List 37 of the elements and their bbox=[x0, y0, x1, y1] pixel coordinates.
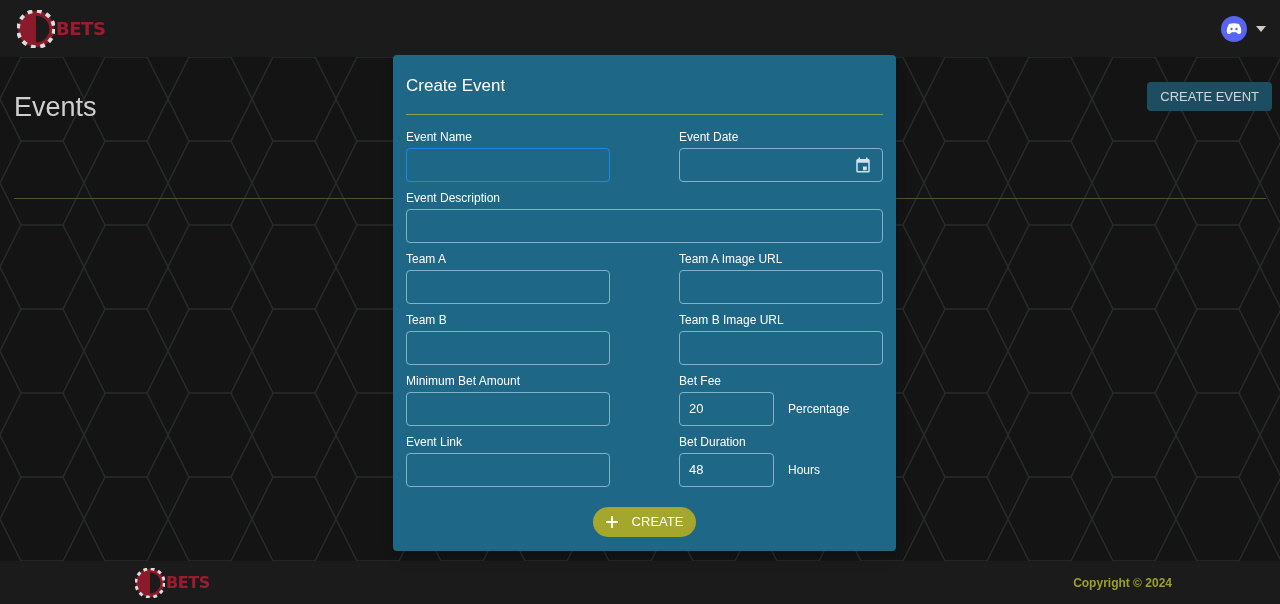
dropdown-caret-icon[interactable] bbox=[1256, 25, 1266, 32]
poker-chip-icon bbox=[135, 567, 165, 598]
text-field[interactable] bbox=[406, 452, 610, 487]
field-label: Team A Image URL bbox=[679, 252, 784, 265]
field-label: Team A bbox=[406, 252, 448, 265]
field-label: Team B bbox=[406, 313, 448, 326]
poker-chip-icon bbox=[17, 9, 55, 48]
unit-label: Hours bbox=[788, 461, 820, 479]
date-field[interactable] bbox=[679, 147, 883, 182]
page-title: Events bbox=[14, 91, 97, 124]
number-field[interactable]: 48 bbox=[679, 452, 774, 487]
field-label: Bet Fee bbox=[679, 374, 723, 387]
field-label: Bet Duration bbox=[679, 435, 747, 448]
create-event-button[interactable]: CREATE EVENT bbox=[1147, 82, 1272, 111]
game-controller-icon bbox=[1226, 22, 1242, 35]
dialog-title: Create Event bbox=[406, 75, 507, 97]
number-field[interactable]: 20 bbox=[679, 391, 774, 426]
field-label: Minimum Bet Amount bbox=[406, 374, 522, 387]
text-field[interactable] bbox=[406, 147, 610, 182]
logo-text: BETS bbox=[56, 16, 106, 41]
field-label: Event Description bbox=[406, 191, 502, 204]
field-label: Event Name bbox=[406, 130, 474, 143]
field-label: Event Link bbox=[406, 435, 464, 448]
text-field[interactable] bbox=[406, 208, 883, 243]
avatar[interactable] bbox=[1221, 15, 1247, 42]
field-label: Team B Image URL bbox=[679, 313, 785, 326]
plus-icon bbox=[605, 515, 618, 528]
text-field[interactable] bbox=[679, 330, 883, 365]
text-field[interactable] bbox=[406, 330, 610, 365]
text-field[interactable] bbox=[406, 391, 610, 426]
copyright-text: Copyright © 2024 bbox=[1073, 574, 1172, 592]
field-label: Event Date bbox=[679, 130, 740, 143]
unit-label: Percentage bbox=[788, 400, 850, 418]
calendar-icon[interactable] bbox=[854, 155, 872, 174]
text-field[interactable] bbox=[406, 269, 610, 304]
text-field[interactable] bbox=[679, 269, 883, 304]
logo-text: BETS bbox=[166, 571, 210, 594]
